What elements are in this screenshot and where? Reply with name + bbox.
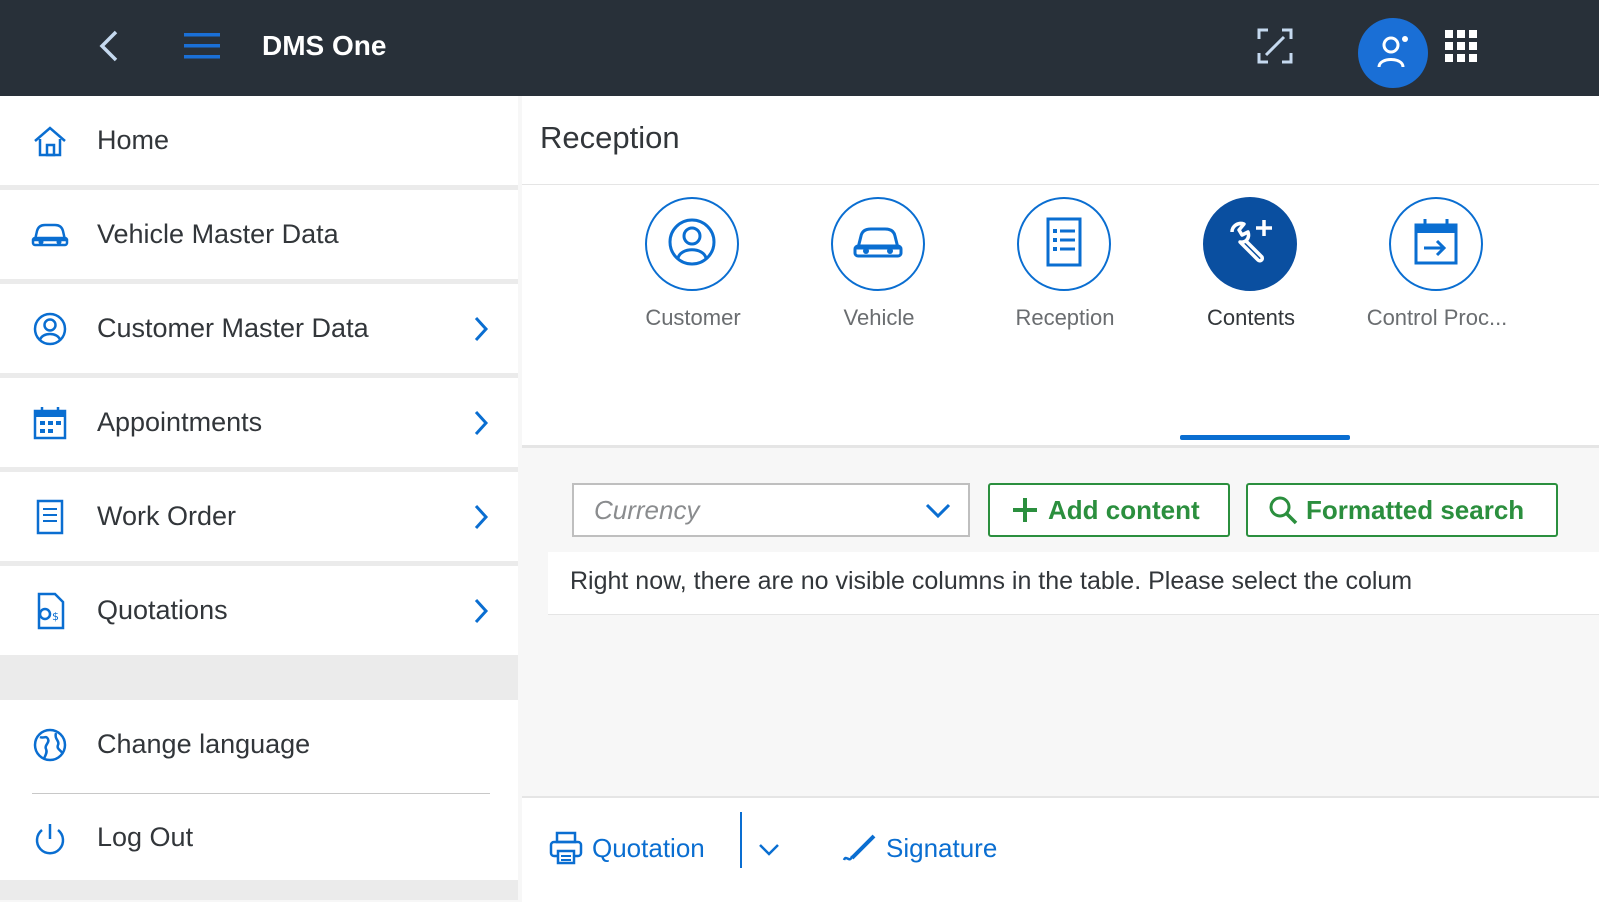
chevron-down-icon	[758, 833, 780, 864]
content-toolbar: Currency Add content Formatted search	[522, 471, 1599, 551]
currency-select[interactable]: Currency	[572, 483, 970, 537]
menu-icon	[184, 31, 220, 66]
plus-icon	[1010, 495, 1040, 525]
tab-contents[interactable]: Contents	[1158, 185, 1350, 445]
chevron-right-icon	[470, 406, 492, 440]
back-icon	[98, 29, 120, 68]
nav-item-label: Log Out	[97, 821, 194, 852]
formatted-search-button[interactable]: Formatted search	[1246, 483, 1558, 537]
tab-reception[interactable]: Reception	[972, 185, 1158, 445]
tab-control-process[interactable]: Control Proc...	[1344, 185, 1530, 445]
tab-label: Reception	[1015, 305, 1115, 330]
fullscreen-icon	[1256, 27, 1294, 70]
apps-button[interactable]	[1440, 20, 1482, 76]
split-button-separator	[740, 812, 742, 868]
back-button[interactable]	[88, 20, 130, 76]
calendar-icon	[30, 403, 70, 443]
chevron-right-icon	[470, 312, 492, 346]
chevron-right-icon	[470, 594, 492, 628]
formatted-search-label: Formatted search	[1306, 494, 1525, 525]
quotation-button[interactable]: Quotation	[548, 828, 705, 868]
customer-icon	[30, 309, 70, 349]
add-content-button[interactable]: Add content	[988, 483, 1230, 537]
menu-button[interactable]	[180, 20, 224, 76]
nav-item-home[interactable]: Home	[0, 96, 518, 185]
apps-grid-icon	[1444, 29, 1478, 68]
search-icon	[1268, 495, 1298, 525]
nav-item-appointments[interactable]: Appointments	[0, 378, 518, 467]
shell-bar: DMS One	[0, 0, 1599, 96]
quotation-label: Quotation	[592, 832, 705, 863]
tab-customer[interactable]: Customer	[600, 185, 786, 445]
icon-tab-bar: Customer Vehicle Reception Contents Cont…	[522, 185, 1599, 448]
tab-icon-circle	[645, 197, 739, 291]
car-icon	[30, 215, 70, 255]
svg-text:$: $	[52, 610, 59, 623]
tab-vehicle[interactable]: Vehicle	[786, 185, 972, 445]
signature-icon	[842, 830, 878, 866]
tab-icon-circle	[1017, 197, 1111, 291]
currency-placeholder: Currency	[594, 495, 700, 525]
nav-item-change-language[interactable]: Change language	[0, 700, 518, 789]
document-icon	[30, 497, 70, 537]
nav-item-log-out[interactable]: Log Out	[0, 794, 518, 880]
footer-toolbar: Quotation Signature	[522, 796, 1599, 902]
car-icon	[852, 222, 904, 267]
signature-button[interactable]: Signature	[842, 828, 997, 868]
table-empty-message: Right now, there are no visible columns …	[548, 552, 1599, 615]
tab-icon-circle	[1203, 197, 1297, 291]
user-avatar[interactable]	[1358, 18, 1428, 88]
calendar-arrow-icon	[1412, 217, 1460, 272]
app-title: DMS One	[262, 30, 387, 61]
nav-item-label: Customer Master Data	[97, 313, 369, 343]
customer-icon	[666, 216, 718, 273]
print-icon	[548, 830, 584, 866]
side-navigation: Home Vehicle Master Data Customer Master…	[0, 96, 518, 900]
fullscreen-button[interactable]	[1250, 20, 1300, 76]
tab-label: Vehicle	[843, 305, 915, 330]
tab-icon-circle	[831, 197, 925, 291]
main-content: Reception Customer Vehicle Reception Con…	[522, 96, 1599, 902]
nav-item-customer-master-data[interactable]: Customer Master Data	[0, 284, 518, 373]
add-content-label: Add content	[1048, 494, 1200, 525]
empty-message-text: Right now, there are no visible columns …	[570, 567, 1413, 595]
active-tab-indicator	[1180, 435, 1350, 440]
signature-label: Signature	[886, 832, 998, 863]
tab-icon-circle	[1389, 197, 1483, 291]
globe-icon	[30, 725, 70, 765]
nav-item-work-order[interactable]: Work Order	[0, 472, 518, 561]
power-icon	[30, 819, 70, 859]
nav-item-quotations[interactable]: $ Quotations	[0, 566, 518, 655]
page-title: Reception	[540, 120, 680, 155]
nav-item-label: Change language	[97, 729, 311, 759]
chevron-down-icon[interactable]	[924, 499, 952, 523]
nav-item-label: Home	[97, 125, 170, 155]
list-icon	[1044, 217, 1084, 272]
wrench-add-icon	[1224, 216, 1276, 273]
tab-label: Contents	[1206, 305, 1296, 330]
nav-item-label: Vehicle Master Data	[97, 219, 339, 249]
quotation-menu-button[interactable]	[758, 828, 788, 868]
nav-item-label: Quotations	[97, 595, 228, 625]
tab-label: Control Proc...	[1366, 305, 1508, 330]
nav-item-label: Appointments	[97, 407, 263, 437]
nav-item-label: Work Order	[97, 501, 237, 531]
user-avatar-icon	[1375, 33, 1411, 74]
tab-label: Customer	[645, 305, 741, 330]
home-icon	[30, 121, 70, 161]
nav-item-vehicle-master-data[interactable]: Vehicle Master Data	[0, 190, 518, 279]
page-header: Reception	[522, 96, 1599, 185]
quotation-icon: $	[30, 591, 70, 631]
chevron-right-icon	[470, 500, 492, 534]
